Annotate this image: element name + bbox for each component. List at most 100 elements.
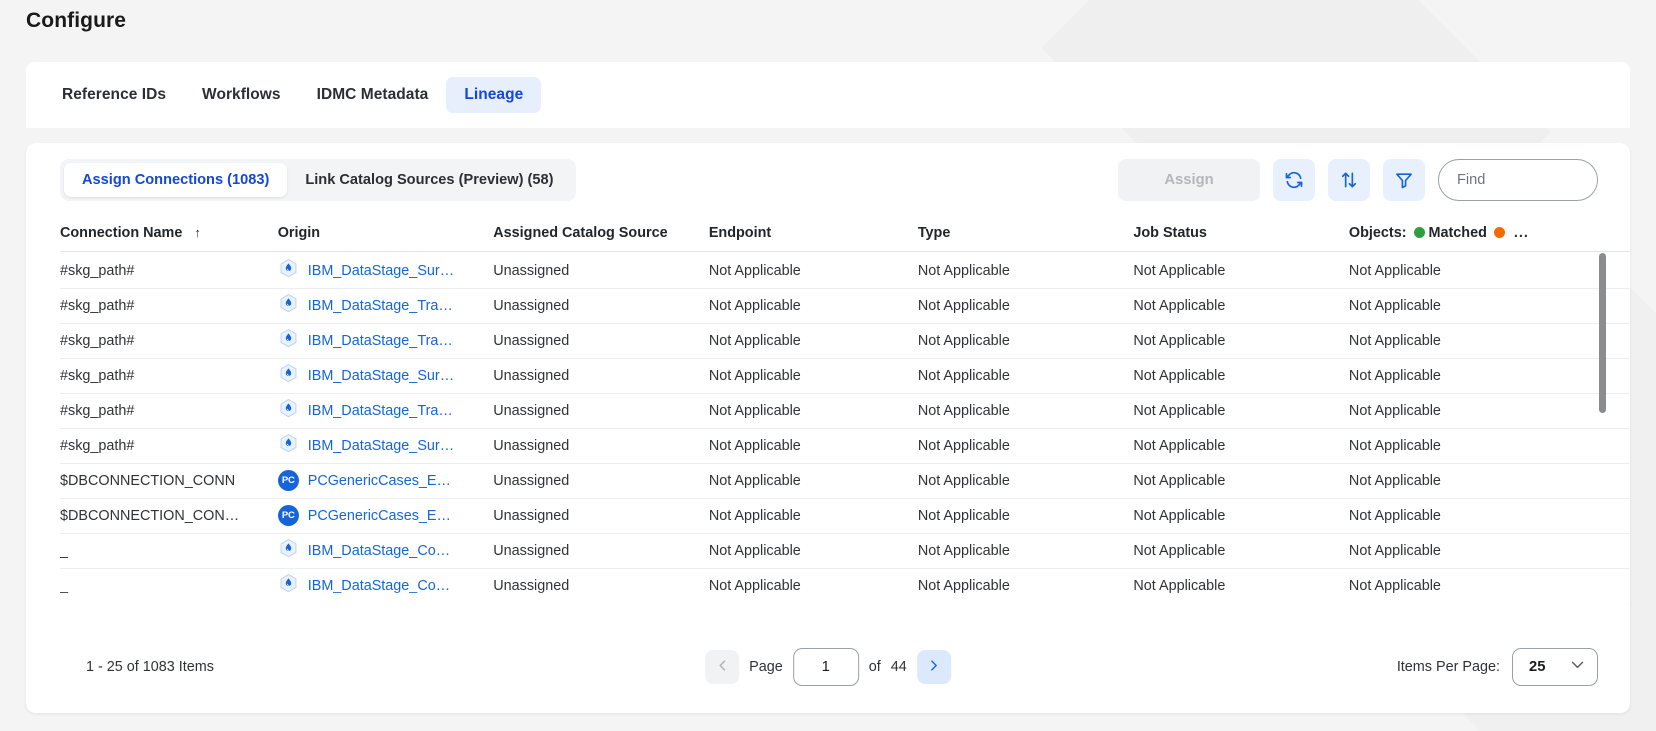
table-scrollbar[interactable]	[1599, 253, 1606, 583]
items-per-page-value: 25	[1529, 659, 1546, 675]
table-row[interactable]: $DBCONNECTION_CON… PC PCGenericCases_E… Una…	[60, 498, 1630, 534]
table-row[interactable]: _IBM_DataStage_Co…UnassignedNot Applicab…	[60, 603, 1630, 607]
table-row[interactable]: #skg_path# IBM_DataStage_Tra… Unassigned No…	[60, 288, 1630, 324]
datastage-icon	[278, 538, 299, 563]
top-tab-bar: Reference IDs Workflows IDMC Metadata Li…	[26, 62, 1630, 128]
filter-button[interactable]	[1383, 159, 1425, 201]
app-root: Configure Reference IDs Workflows IDMC M…	[0, 0, 1656, 731]
table-row[interactable]: #skg_path# IBM_DataStage_Tra… Unassigned No…	[60, 393, 1630, 429]
origin-link[interactable]: IBM_DataStage_Sur…	[308, 368, 454, 384]
cell-connection-name: _	[60, 603, 278, 607]
cell-assigned-catalog-source: Unassigned	[493, 323, 709, 359]
cell-job-status: Not Applicable	[1133, 428, 1349, 464]
cell-connection-name: $DBCONNECTION_CONN	[60, 463, 278, 499]
tab-lineage[interactable]: Lineage	[446, 77, 542, 113]
next-page-button[interactable]	[916, 650, 951, 684]
refresh-icon	[1284, 170, 1304, 190]
table-header-row: Connection Name ↑ Origin Assigned Catalog…	[60, 217, 1630, 252]
cell-job-status: Not Applicable	[1133, 463, 1349, 499]
cell-type: Not Applicable	[917, 393, 1134, 429]
origin-link[interactable]: IBM_DataStage_Co…	[308, 578, 450, 594]
column-header-type[interactable]: Type	[917, 217, 1134, 252]
tab-idmc-metadata[interactable]: IDMC Metadata	[299, 77, 447, 113]
cell-objects: Not Applicable	[1348, 603, 1630, 607]
table-scrollbar-thumb[interactable]	[1599, 253, 1606, 413]
cell-type: Not Applicable	[917, 428, 1134, 464]
cell-endpoint: Not Applicable	[708, 358, 918, 394]
items-summary: 1 - 25 of 1083 Items	[86, 659, 214, 675]
cell-origin: IBM_DataStage_Sur…	[277, 428, 494, 464]
cell-connection-name: #skg_path#	[60, 288, 278, 324]
sort-button[interactable]	[1328, 159, 1370, 201]
cell-origin: IBM_DataStage_Co…	[277, 568, 494, 604]
cell-assigned-catalog-source: Unassigned	[493, 463, 709, 499]
total-pages: 44	[890, 659, 907, 675]
origin-link[interactable]: IBM_DataStage_Tra…	[308, 298, 453, 314]
pc-icon: PC	[277, 470, 299, 491]
cell-job-status: Not Applicable	[1133, 251, 1349, 289]
cell-type: Not Applicable	[917, 251, 1134, 289]
cell-objects: Not Applicable	[1348, 498, 1630, 534]
origin-link[interactable]: PCGenericCases_E…	[308, 473, 451, 489]
origin-link[interactable]: IBM_DataStage_Tra…	[308, 403, 453, 419]
table-row[interactable]: $DBCONNECTION_CONN PC PCGenericCases_E… Una…	[60, 463, 1630, 499]
cell-origin: IBM_DataStage_Tra…	[277, 323, 494, 359]
items-per-page-select[interactable]: 25	[1512, 648, 1598, 686]
cell-objects: Not Applicable	[1348, 288, 1630, 324]
cell-connection-name: #skg_path#	[60, 358, 278, 394]
cell-type: Not Applicable	[917, 288, 1134, 324]
assign-button[interactable]: Assign	[1118, 159, 1260, 201]
cell-type: Not Applicable	[917, 358, 1134, 394]
items-per-page-label: Items Per Page:	[1396, 659, 1500, 675]
column-header-origin[interactable]: Origin	[277, 217, 494, 252]
cell-endpoint: Not Applicable	[708, 533, 918, 569]
page-number-input[interactable]	[792, 648, 859, 686]
column-header-objects[interactable]: Objects: Matched...	[1348, 217, 1630, 252]
origin-link[interactable]: IBM_DataStage_Co…	[308, 543, 450, 559]
column-header-connection-name[interactable]: Connection Name ↑	[60, 217, 278, 252]
cell-endpoint: Not Applicable	[708, 288, 918, 324]
column-header-job-status[interactable]: Job Status	[1133, 217, 1349, 252]
cell-assigned-catalog-source: Unassigned	[493, 358, 709, 394]
page-label: Page	[749, 659, 783, 675]
column-header-assigned-catalog-source[interactable]: Assigned Catalog Source	[493, 217, 709, 252]
refresh-button[interactable]	[1273, 159, 1315, 201]
page-title: Configure	[26, 9, 127, 32]
table-row[interactable]: #skg_path# IBM_DataStage_Sur… Unassigned No…	[60, 358, 1630, 394]
subtab-link-catalog-sources[interactable]: Link Catalog Sources (Preview) (58)	[287, 163, 571, 197]
cell-connection-name: _	[60, 568, 278, 604]
subtab-assign-connections[interactable]: Assign Connections (1083)	[64, 163, 288, 197]
table-row[interactable]: _IBM_DataStage_Co…UnassignedNot Applicab…	[60, 533, 1630, 569]
table-row[interactable]: #skg_path# IBM_DataStage_Sur… Unassigned No…	[60, 251, 1630, 289]
column-header-endpoint[interactable]: Endpoint	[708, 217, 918, 252]
find-input[interactable]	[1438, 159, 1598, 201]
cell-objects: Not Applicable	[1348, 393, 1630, 429]
tab-workflows[interactable]: Workflows	[184, 77, 299, 113]
objects-prefix: Objects:	[1348, 224, 1407, 241]
table-row[interactable]: #skg_path# IBM_DataStage_Sur… Unassigned No…	[60, 428, 1630, 464]
connections-table: Connection Name ↑ Origin Assigned Catalog…	[60, 217, 1630, 607]
origin-link[interactable]: PCGenericCases_E…	[308, 508, 451, 524]
tab-reference-ids[interactable]: Reference IDs	[44, 77, 184, 113]
table-row[interactable]: _IBM_DataStage_Co…UnassignedNot Applicab…	[60, 568, 1630, 604]
cell-type: Not Applicable	[917, 533, 1134, 569]
cell-objects: Not Applicable	[1348, 463, 1630, 499]
cell-connection-name: #skg_path#	[60, 323, 278, 359]
subtab-group: Assign Connections (1083) Link Catalog S…	[60, 159, 576, 201]
cell-origin: IBM_DataStage_Co…	[277, 603, 494, 607]
origin-link[interactable]: IBM_DataStage_Tra…	[308, 333, 453, 349]
cell-job-status: Not Applicable	[1133, 358, 1349, 394]
cell-job-status: Not Applicable	[1133, 498, 1349, 534]
cell-endpoint: Not Applicable	[708, 428, 918, 464]
cell-assigned-catalog-source: Unassigned	[493, 533, 709, 569]
table-row[interactable]: #skg_path# IBM_DataStage_Tra… Unassigned No…	[60, 323, 1630, 359]
cell-type: Not Applicable	[917, 498, 1134, 534]
cell-origin: IBM_DataStage_Co…	[277, 533, 494, 569]
objects-matched-label: Matched	[1428, 224, 1487, 241]
datastage-icon	[278, 258, 299, 283]
origin-link[interactable]: IBM_DataStage_Sur…	[308, 438, 454, 454]
previous-page-button[interactable]	[705, 650, 740, 684]
cell-origin: IBM_DataStage_Tra…	[277, 288, 494, 324]
pagination-controls: Page of 44	[705, 648, 951, 686]
origin-link[interactable]: IBM_DataStage_Sur…	[308, 263, 454, 279]
